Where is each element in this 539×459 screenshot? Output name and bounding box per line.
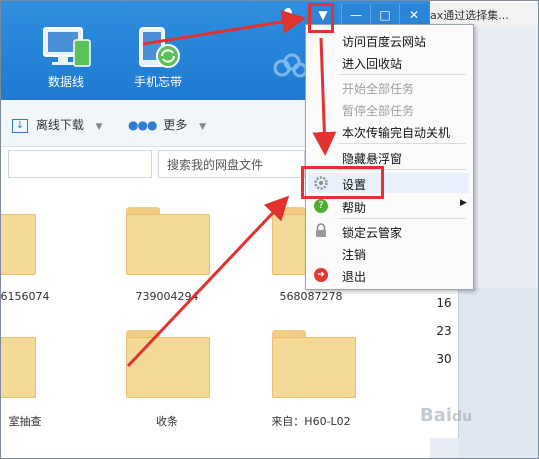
watermark-logo: Baidu <box>420 405 473 426</box>
annotation-arrows <box>126 9 337 368</box>
arrow-up-to-settings <box>126 195 290 368</box>
arrow-down-to-settings <box>312 37 337 156</box>
arrow-to-menu-button <box>142 9 306 46</box>
